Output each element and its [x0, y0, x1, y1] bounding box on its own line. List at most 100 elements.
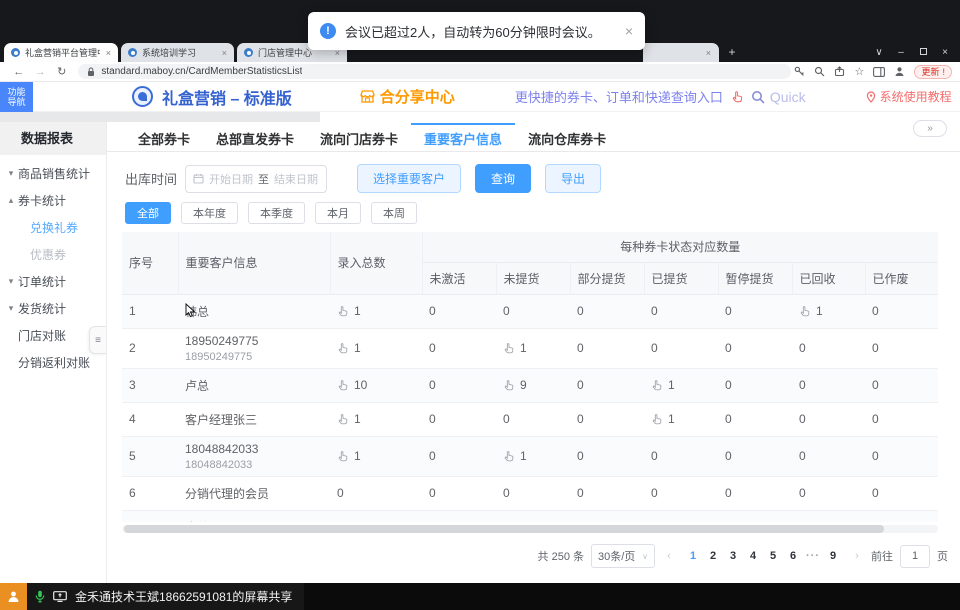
sidebar-item[interactable]: ▾订单统计 [0, 268, 106, 295]
count-with-link[interactable]: 1 [651, 378, 718, 392]
url-bar[interactable]: standard.maboy.cn/CardMemberStatisticsLi… [78, 64, 791, 79]
quick-search-label[interactable]: Quick [770, 89, 806, 105]
select-customer-button[interactable]: 选择重要客户 [357, 164, 461, 193]
page-size-select[interactable]: 30条/页 ∨ [591, 544, 655, 568]
tab-close-icon[interactable]: × [706, 48, 711, 58]
window-menu-icon[interactable]: ∨ [868, 47, 890, 58]
date-range-input[interactable]: 开始日期 至 结束日期 [185, 165, 327, 193]
count-cell[interactable]: 1 [644, 510, 718, 522]
count-with-link[interactable]: 18 [429, 520, 496, 522]
table-row[interactable]: 1韩总10000010 [122, 294, 938, 328]
screen-share-icon[interactable] [53, 591, 67, 602]
table-row[interactable]: 3卢总100901000 [122, 368, 938, 402]
count-with-link[interactable]: 1 [503, 449, 570, 463]
page-number[interactable]: 5 [763, 550, 783, 562]
scrollbar-thumb[interactable] [124, 525, 884, 533]
quick-entry-link[interactable]: 更快捷的券卡、订单和快递查询入口 Quick [515, 87, 806, 106]
browser-tab-partial[interactable]: × [643, 43, 719, 62]
content-tab[interactable]: 全部券卡 [125, 123, 203, 151]
tutorial-link[interactable]: 系统使用教程 [866, 88, 952, 105]
quick-filter-chip[interactable]: 本月 [315, 202, 361, 224]
count-cell[interactable]: 1 [792, 294, 865, 328]
back-icon[interactable]: ← [8, 66, 29, 78]
count-cell[interactable]: 18 [422, 510, 496, 522]
export-button[interactable]: 导出 [545, 164, 601, 193]
count-cell[interactable]: 9 [496, 368, 570, 402]
maximize-button[interactable] [912, 47, 934, 58]
table-row[interactable]: 6分销代理的会员00000000 [122, 476, 938, 510]
minimize-button[interactable]: – [890, 47, 912, 58]
function-nav-button[interactable]: 功能 导航 [0, 82, 33, 112]
count-cell[interactable]: 1 [496, 436, 570, 476]
toast-close-icon[interactable]: × [625, 23, 633, 39]
count-cell[interactable]: 1 [330, 436, 422, 476]
count-with-link[interactable]: 1 [651, 412, 718, 426]
panel-collapse-button[interactable]: » [913, 120, 947, 137]
prev-page-button[interactable]: ‹ [662, 550, 676, 562]
sidebar-item[interactable]: ▾发货统计 [0, 295, 106, 322]
forward-icon[interactable]: → [29, 66, 50, 78]
page-number[interactable]: 6 [783, 550, 803, 562]
count-cell[interactable]: 1 [496, 510, 570, 522]
content-tab[interactable]: 流向门店券卡 [307, 123, 411, 151]
count-cell[interactable]: 1 [496, 328, 570, 368]
count-with-link[interactable]: 1 [503, 520, 570, 522]
table-row[interactable]: 7唐总2018101000 [122, 510, 938, 522]
new-tab-button[interactable]: + [724, 44, 740, 60]
reload-icon[interactable]: ↻ [51, 65, 72, 78]
tab-close-icon[interactable]: × [222, 48, 227, 58]
quick-filter-chip[interactable]: 本季度 [248, 202, 305, 224]
count-with-link[interactable]: 1 [337, 341, 422, 355]
count-cell[interactable]: 1 [644, 402, 718, 436]
count-cell[interactable]: 1 [330, 294, 422, 328]
sidebar-item[interactable]: 优惠券 [0, 241, 106, 268]
profile-icon[interactable] [891, 65, 907, 79]
count-with-link[interactable]: 9 [503, 378, 570, 392]
count-cell[interactable]: 10 [330, 368, 422, 402]
tab-close-icon[interactable]: × [106, 48, 111, 58]
table-row[interactable]: 2189502497751895024977510100000 [122, 328, 938, 368]
count-cell[interactable]: 1 [644, 368, 718, 402]
page-number[interactable]: 2 [703, 550, 723, 562]
content-tab[interactable]: 流向仓库券卡 [515, 123, 619, 151]
browser-tab[interactable]: 系统培训学习× [121, 43, 234, 62]
content-tab[interactable]: 重要客户信息 [411, 123, 515, 151]
count-with-link[interactable]: 1 [337, 449, 422, 463]
chrome-update-button[interactable]: 更新! [914, 65, 952, 79]
sidebar-collapse-handle[interactable]: ≡ [89, 326, 106, 354]
sidebar-item[interactable]: 分销返利对账 [0, 349, 106, 376]
next-page-button[interactable]: › [850, 550, 864, 562]
count-with-link[interactable]: 1 [337, 412, 422, 426]
page-number[interactable]: 9 [823, 550, 843, 562]
page-number[interactable]: 3 [723, 550, 743, 562]
count-with-link[interactable]: 1 [799, 304, 865, 318]
quick-filter-chip[interactable]: 本周 [371, 202, 417, 224]
bookmark-star-icon[interactable]: ☆ [851, 65, 867, 79]
share-center-link[interactable]: 合分享中心 [360, 86, 455, 107]
count-with-link[interactable]: 20 [337, 520, 422, 522]
search-icon[interactable] [751, 90, 765, 104]
browser-tab[interactable]: 礼盒营销平台管理中心× [4, 43, 118, 62]
count-cell[interactable]: 1 [330, 402, 422, 436]
sidebar-item[interactable]: ▴券卡统计 [0, 187, 106, 214]
table-row[interactable]: 5180488420331804884203310100000 [122, 436, 938, 476]
share-icon[interactable] [831, 65, 847, 79]
page-number[interactable]: 4 [743, 550, 763, 562]
goto-page-input[interactable] [900, 545, 930, 568]
window-close-button[interactable]: × [934, 47, 956, 58]
horizontal-scrollbar[interactable] [122, 525, 938, 533]
count-with-link[interactable]: 1 [337, 304, 422, 318]
zoom-icon[interactable] [811, 65, 827, 79]
quick-filter-chip[interactable]: 全部 [125, 202, 171, 224]
microphone-icon[interactable] [35, 590, 45, 603]
table-row[interactable]: 4客户经理张三10001000 [122, 402, 938, 436]
participant-icon[interactable] [0, 583, 27, 610]
search-button[interactable]: 查询 [475, 164, 531, 193]
count-cell[interactable]: 20 [330, 510, 422, 522]
sidebar-item[interactable]: ▾商品销售统计 [0, 160, 106, 187]
count-cell[interactable]: 1 [330, 328, 422, 368]
count-with-link[interactable]: 10 [337, 378, 422, 392]
side-panel-icon[interactable] [871, 65, 887, 79]
quick-filter-chip[interactable]: 本年度 [181, 202, 238, 224]
count-with-link[interactable]: 1 [503, 341, 570, 355]
